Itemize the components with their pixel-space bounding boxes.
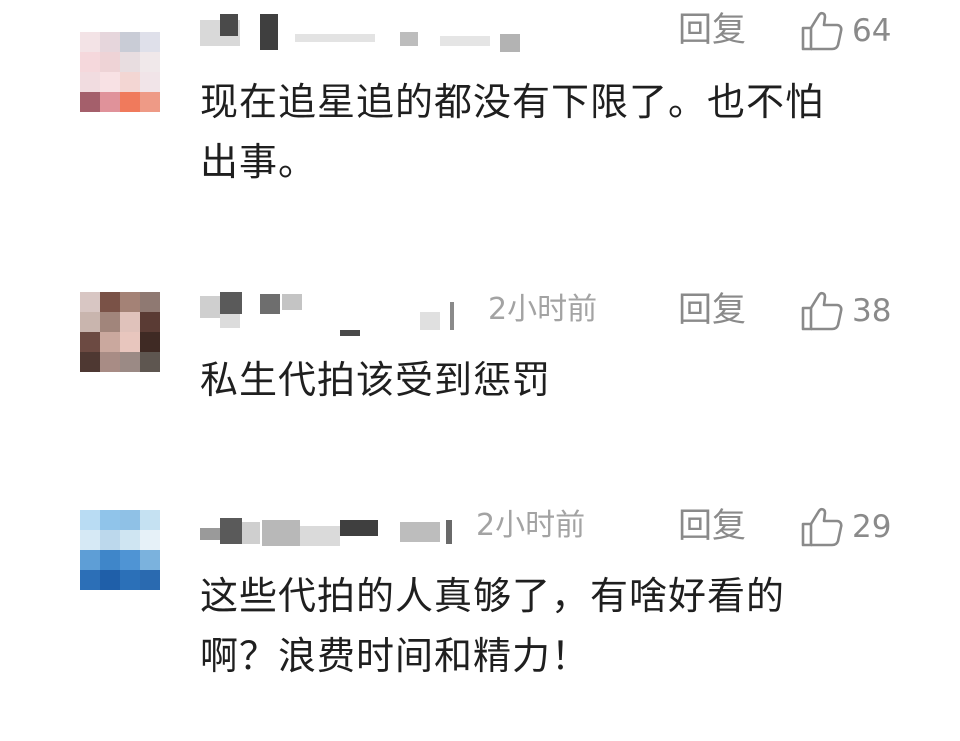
avatar-pixel [140,570,160,590]
avatar[interactable] [80,32,160,112]
comment-item: 回复 64 现在追星追的都没有下限了。也不怕 出事。 [0,0,960,230]
avatar-pixel [80,550,100,570]
avatar-pixel [120,550,140,570]
comment-text: 私生代拍该受到惩罚 [200,350,900,410]
avatar-pixel [80,292,100,312]
avatar-pixel [80,72,100,92]
avatar-pixel [100,92,120,112]
avatar-pixel [140,92,160,112]
avatar-pixel [100,510,120,530]
avatar-pixel [120,530,140,550]
avatar-pixel [120,510,140,530]
comment-list: 回复 64 现在追星追的都没有下限了。也不怕 出事。 2小时前 回复 38 私生… [0,0,960,741]
avatar-pixel [140,312,160,332]
avatar[interactable] [80,510,160,590]
like-button[interactable]: 64 [800,8,891,54]
avatar-pixel [100,530,120,550]
username-blurred[interactable] [200,10,530,52]
avatar-pixel [80,52,100,72]
thumbs-up-icon [800,506,844,548]
avatar-pixel [100,550,120,570]
avatar-pixel [140,332,160,352]
avatar-pixel [120,312,140,332]
avatar-pixel [80,92,100,112]
avatar-pixel [80,32,100,52]
avatar-pixel [140,72,160,92]
comment-text: 现在追星追的都没有下限了。也不怕 出事。 [200,72,900,192]
avatar-pixel [120,32,140,52]
avatar-pixel [80,332,100,352]
avatar[interactable] [80,292,160,372]
avatar-pixel [120,292,140,312]
avatar-pixel [120,52,140,72]
avatar-pixel [120,332,140,352]
avatar-pixel [100,332,120,352]
avatar-pixel [140,530,160,550]
avatar-pixel [140,550,160,570]
avatar-pixel [140,32,160,52]
avatar-pixel [100,312,120,332]
comment-text-line: 私生代拍该受到惩罚 [200,358,552,402]
avatar-pixel [80,510,100,530]
avatar-pixel [100,352,120,372]
comment-item: 2小时前 回复 29 这些代拍的人真够了，有啥好看的 啊？浪费时间和精力！ [0,496,960,726]
reply-button[interactable]: 回复 [678,290,746,330]
avatar-pixel [140,52,160,72]
comment-item: 2小时前 回复 38 私生代拍该受到惩罚 [0,280,960,420]
avatar-pixel [100,52,120,72]
thumbs-up-icon [800,10,844,52]
reply-button[interactable]: 回复 [678,10,746,50]
like-button[interactable]: 38 [800,288,891,334]
avatar-pixel [140,510,160,530]
avatar-pixel [100,292,120,312]
comment-text-line: 这些代拍的人真够了，有啥好看的 [200,574,786,618]
reply-button[interactable]: 回复 [678,506,746,546]
avatar-pixel [80,530,100,550]
comment-time: 2小时前 [488,292,598,327]
comment-text: 这些代拍的人真够了，有啥好看的 啊？浪费时间和精力！ [200,566,900,686]
like-count: 38 [852,293,892,329]
username-blurred[interactable] [200,290,480,336]
username-blurred[interactable] [200,506,470,546]
avatar-pixel [140,292,160,312]
comment-text-line: 现在追星追的都没有下限了。也不怕 [200,80,825,124]
like-count: 29 [852,509,892,545]
like-button[interactable]: 29 [800,504,891,550]
avatar-pixel [80,312,100,332]
like-count: 64 [852,13,892,49]
avatar-pixel [80,352,100,372]
avatar-pixel [100,570,120,590]
avatar-pixel [120,72,140,92]
avatar-pixel [120,92,140,112]
avatar-pixel [120,570,140,590]
avatar-pixel [140,352,160,372]
comment-time: 2小时前 [476,508,586,543]
avatar-pixel [120,352,140,372]
avatar-pixel [100,32,120,52]
avatar-pixel [100,72,120,92]
comment-text-line: 啊？浪费时间和精力！ [200,634,591,678]
thumbs-up-icon [800,290,844,332]
avatar-pixel [80,570,100,590]
comment-text-line: 出事。 [200,140,318,184]
